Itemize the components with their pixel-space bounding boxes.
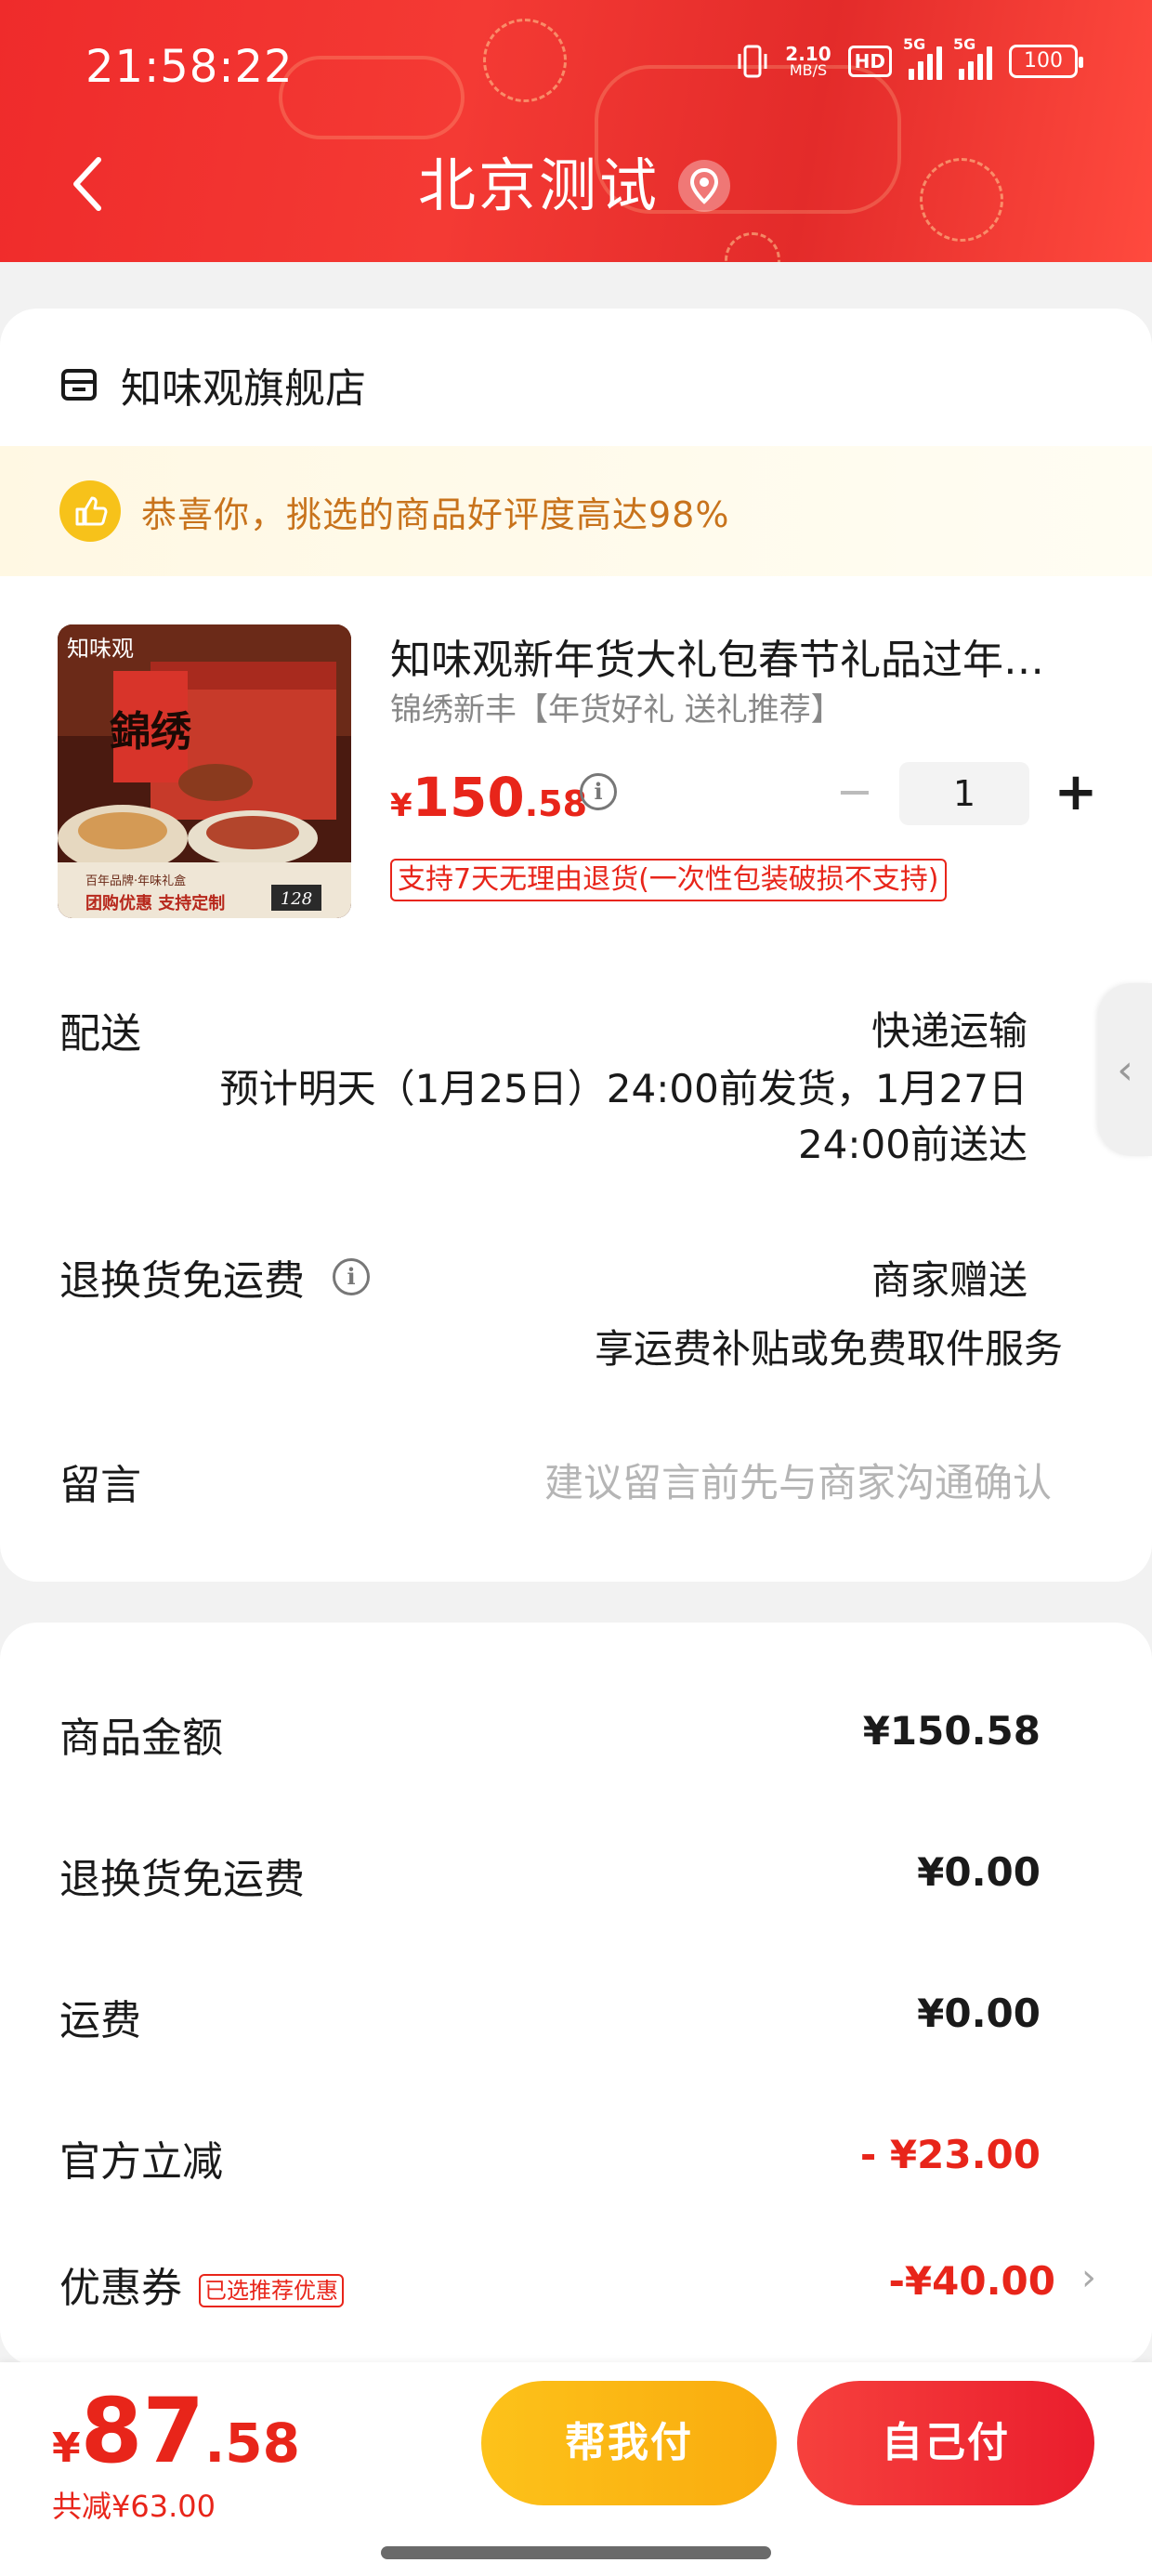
cloud-decoration [279, 56, 465, 139]
status-time: 21:58:22 [85, 41, 294, 93]
quantity-stepper: − 1 + [827, 762, 1102, 825]
image-badge: 128 [281, 889, 312, 909]
image-brand: 知味观 [67, 636, 134, 662]
order-card: 知味观旗舰店 恭喜你，挑选的商品好评度高达98% 錦绣 百年品牌·年味礼盒 团购… [0, 309, 1152, 1582]
signal-5g-icon: 5G [903, 35, 942, 80]
checkout-bar: ¥ 87 .58 共减¥63.00 帮我付 自己付 [0, 2362, 1152, 2576]
coupon-value[interactable]: -¥40.00 [888, 2258, 1055, 2304]
quantity-value[interactable]: 1 [899, 762, 1029, 825]
coupon-label: 优惠券 [59, 2265, 182, 2312]
summary-value: ¥0.00 [917, 1849, 1041, 1895]
message-input[interactable]: 建议留言前先与商家沟通确认 [544, 1452, 1052, 1508]
self-pay-button[interactable]: 自己付 [797, 2381, 1094, 2505]
store-row[interactable]: 知味观旗舰店 [59, 355, 366, 414]
side-drawer-tab[interactable]: ‹ [1098, 983, 1152, 1156]
chevron-left-icon: ‹ [1117, 1045, 1133, 1094]
back-button[interactable] [65, 149, 111, 219]
rating-banner-text: 恭喜你，挑选的商品好评度高达98% [141, 493, 730, 535]
hd-icon: HD [847, 46, 892, 77]
return-shipping-detail: 享运费补贴或免费取件服务 [594, 1326, 1063, 1372]
summary-value: ¥150.58 [862, 1708, 1041, 1754]
total-savings: 共减¥63.00 [52, 2489, 216, 2524]
back-arrow-icon [73, 157, 101, 211]
firework-decoration [920, 158, 1003, 242]
firework-decoration [725, 232, 780, 262]
summary-label: 官方立减 [59, 2138, 223, 2186]
increase-quantity-button[interactable]: + [1050, 767, 1102, 820]
net-speed: 2.10 MB/S [785, 43, 831, 79]
firework-decoration [483, 19, 567, 102]
summary-label: 商品金额 [59, 1715, 223, 1762]
return-shipping-label: 退换货免运费 [59, 1257, 305, 1305]
signal-5g-icon: 5G [953, 35, 992, 80]
return-policy-tag: 支持7天无理由退货(一次性包装破损不支持) [390, 859, 947, 901]
product-title[interactable]: 知味观新年货大礼包春节礼品过年… [390, 626, 1059, 686]
header-bar: 21:58:22 2.10 MB/S HD 5G 5G 100 北京测试 [0, 0, 1152, 262]
price-summary-card: 商品金额 ¥150.58 退换货免运费 ¥0.00 运费 ¥0.00 官方立减 … [0, 1623, 1152, 2366]
return-shipping-row: 退换货免运费 i [59, 1247, 370, 1307]
coupon-row[interactable]: 优惠券 已选推荐优惠 [59, 2254, 344, 2314]
image-tagline: 百年品牌·年味礼盒 [85, 874, 186, 888]
home-indicator[interactable] [381, 2546, 771, 2559]
battery-icon: 100 [1009, 45, 1083, 78]
total-price: ¥ 87 .58 [52, 2379, 300, 2483]
status-icons: 2.10 MB/S HD 5G 5G 100 [737, 35, 1083, 80]
return-shipping-value: 商家赠送 [871, 1257, 1028, 1303]
product-image[interactable]: 錦绣 百年品牌·年味礼盒 团购优惠 支持定制 128 知味观 [58, 624, 351, 918]
summary-value: ¥0.00 [917, 1991, 1041, 2036]
return-info-icon[interactable]: i [333, 1258, 370, 1295]
summary-label: 退换货免运费 [59, 1856, 305, 1903]
store-name: 知味观旗舰店 [121, 365, 366, 413]
summary-label: 运费 [59, 1997, 141, 2044]
vibrate-icon [738, 45, 767, 78]
rating-banner: 恭喜你，挑选的商品好评度高达98% [0, 446, 1152, 576]
location-pin-icon [678, 160, 731, 212]
message-label: 留言 [59, 1462, 141, 1509]
chevron-right-icon[interactable]: › [1081, 2256, 1096, 2299]
recommended-coupon-tag: 已选推荐优惠 [199, 2274, 344, 2307]
header-title-group[interactable]: 北京测试 [418, 149, 731, 223]
delivery-estimate: 预计明天（1月25日）24:00前发货，1月27日 24:00前送达 [219, 1066, 1028, 1167]
store-icon [61, 369, 97, 401]
decrease-quantity-button[interactable]: − [827, 766, 883, 821]
image-promo: 团购优惠 支持定制 [85, 893, 225, 913]
thumbs-up-icon [59, 480, 121, 542]
help-pay-button[interactable]: 帮我付 [481, 2381, 777, 2505]
page-title: 北京测试 [418, 151, 661, 219]
official-discount-value: - ¥23.00 [859, 2132, 1041, 2177]
price-info-icon[interactable]: i [580, 773, 617, 810]
delivery-label: 配送 [59, 1010, 141, 1058]
product-price: ¥ 150 .58 [390, 766, 588, 829]
box-title: 錦绣 [110, 708, 192, 756]
product-spec: 锦绣新丰【年货好礼 送礼推荐】 [390, 691, 843, 729]
delivery-method[interactable]: 快递运输 [871, 1000, 1028, 1057]
